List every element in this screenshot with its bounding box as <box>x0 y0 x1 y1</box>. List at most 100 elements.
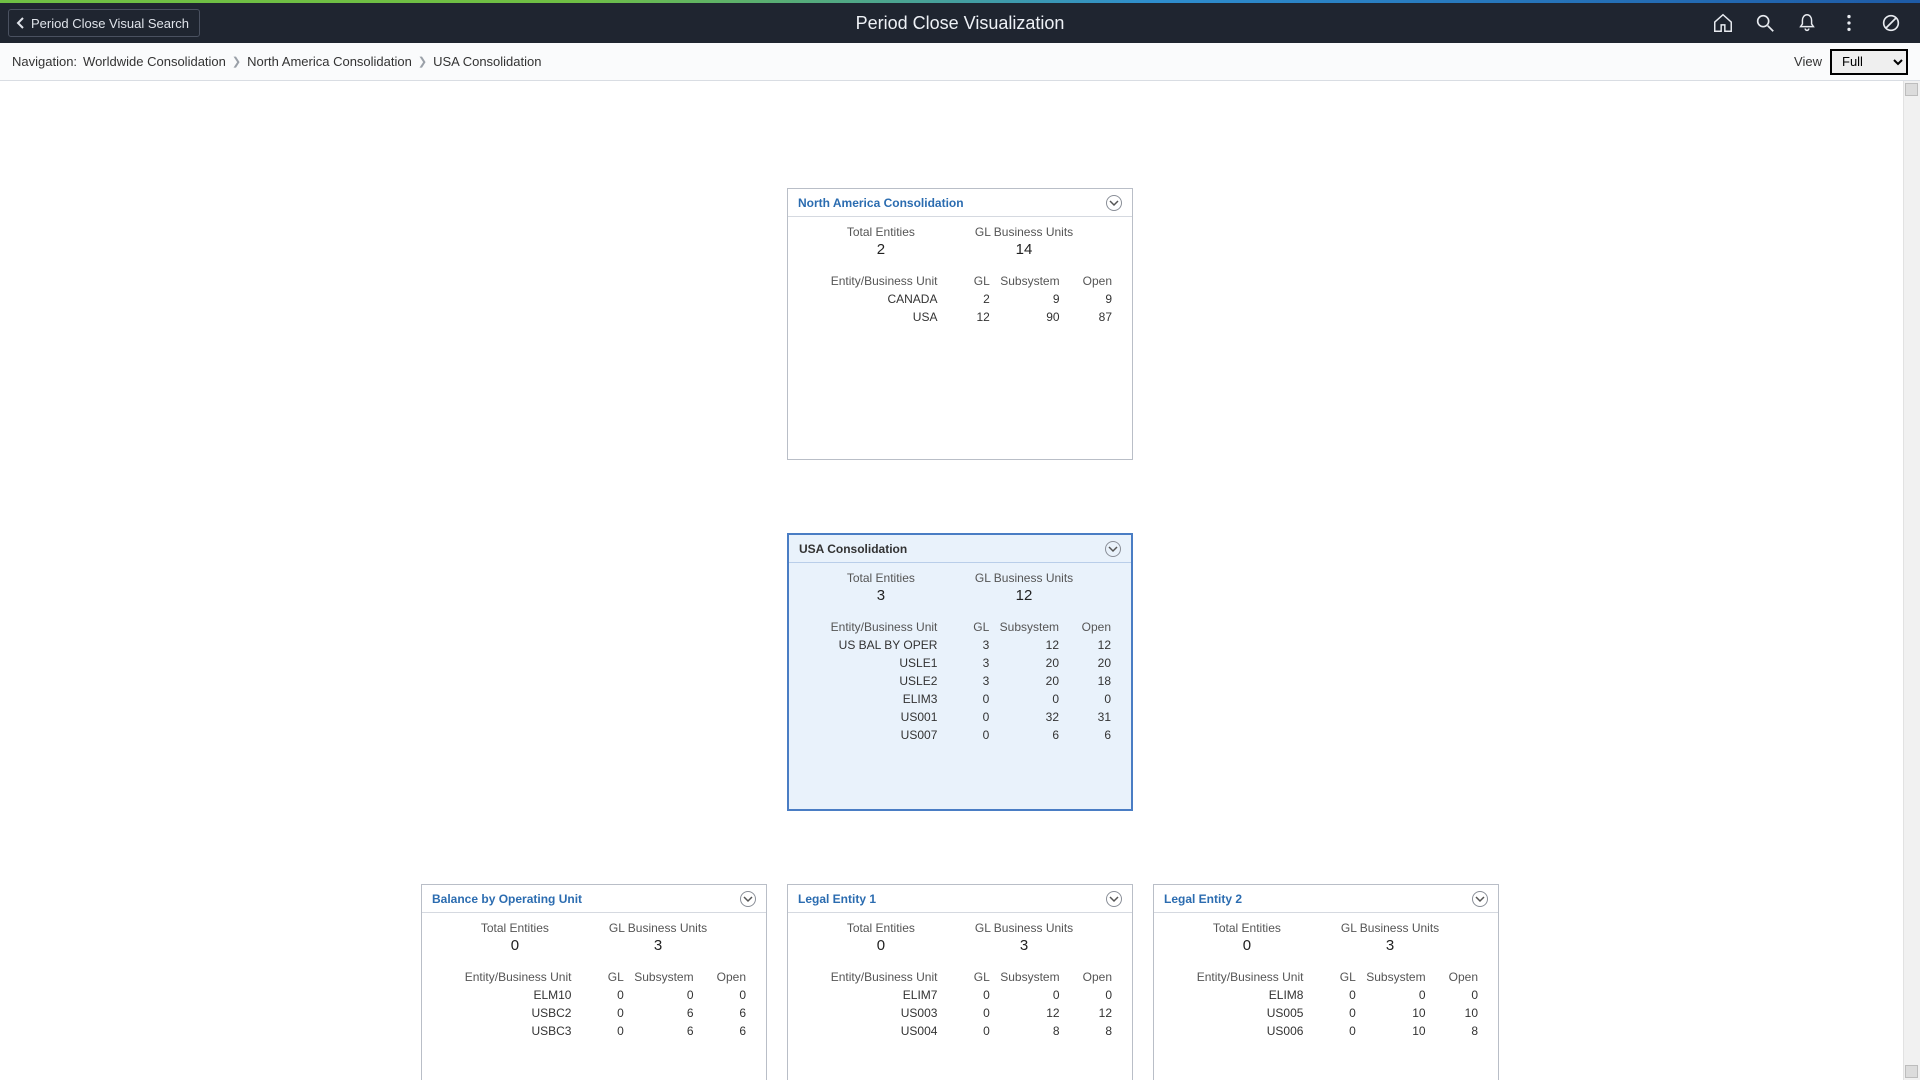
prohibit-icon[interactable] <box>1880 12 1902 34</box>
table-row: USLE232018 <box>805 672 1115 690</box>
cell-subsystem: 20 <box>993 654 1063 672</box>
cell-open: 8 <box>1430 1022 1482 1040</box>
cell-gl: 0 <box>1307 986 1359 1004</box>
cell-entity: US004 <box>804 1022 941 1040</box>
cell-open: 8 <box>1064 1022 1116 1040</box>
summary-total-entities: Total Entities0 <box>847 921 915 954</box>
back-button[interactable]: Period Close Visual Search <box>8 9 200 37</box>
kebab-menu-icon[interactable] <box>1838 12 1860 34</box>
cell-gl: 0 <box>941 1004 993 1022</box>
search-icon[interactable] <box>1754 12 1776 34</box>
summary-value: 0 <box>1213 937 1281 954</box>
breadcrumb-item[interactable]: Worldwide Consolidation <box>83 54 226 69</box>
card-body: Total Entities0GL Business Units3Entity/… <box>1154 913 1498 1056</box>
card-body: Total Entities3GL Business Units12Entity… <box>789 563 1131 760</box>
cell-entity: US001 <box>805 708 941 726</box>
card-title[interactable]: Legal Entity 2 <box>1164 892 1242 906</box>
card-body: Total Entities0GL Business Units3Entity/… <box>422 913 766 1056</box>
entity-card-na[interactable]: North America Consolidation Total Entitie… <box>787 188 1133 460</box>
cell-subsystem: 0 <box>1360 986 1430 1004</box>
summary-total-entities: Total Entities3 <box>847 571 915 604</box>
breadcrumb-prefix: Navigation: <box>12 54 77 69</box>
card-menu-button[interactable] <box>1106 891 1122 907</box>
scroll-up-button[interactable] <box>1905 83 1918 96</box>
card-summary: Total Entities0GL Business Units3 <box>438 913 750 968</box>
cell-subsystem: 10 <box>1360 1022 1430 1040</box>
card-header: Balance by Operating Unit <box>422 885 766 913</box>
summary-label: GL Business Units <box>975 921 1073 935</box>
cell-open: 0 <box>1430 986 1482 1004</box>
cell-subsystem: 12 <box>993 636 1063 654</box>
vertical-scrollbar[interactable] <box>1903 81 1920 1080</box>
card-table: Entity/Business UnitGLSubsystemOpenELIM8… <box>1170 968 1482 1040</box>
breadcrumb-item[interactable]: North America Consolidation <box>247 54 412 69</box>
cell-open: 12 <box>1063 636 1115 654</box>
summary-label: GL Business Units <box>609 921 707 935</box>
col-gl: GL <box>575 968 627 986</box>
cell-open: 6 <box>1063 726 1115 744</box>
summary-label: Total Entities <box>847 921 915 935</box>
cell-entity: US BAL BY OPER <box>805 636 941 654</box>
summary-label: Total Entities <box>1213 921 1281 935</box>
summary-value: 3 <box>975 937 1073 954</box>
card-menu-button[interactable] <box>740 891 756 907</box>
chevron-down-icon <box>743 894 753 904</box>
table-row: ELIM8000 <box>1170 986 1482 1004</box>
entity-card-bal[interactable]: Balance by Operating Unit Total Entities0… <box>421 884 767 1080</box>
view-label: View <box>1794 54 1822 69</box>
card-summary: Total Entities0GL Business Units3 <box>1170 913 1482 968</box>
cell-entity: US003 <box>804 1004 941 1022</box>
cell-subsystem: 0 <box>993 690 1063 708</box>
chevron-left-icon <box>15 17 27 29</box>
view-select[interactable]: Full <box>1830 49 1908 75</box>
card-menu-button[interactable] <box>1105 541 1121 557</box>
chevron-down-icon <box>1109 894 1119 904</box>
col-open: Open <box>1064 272 1116 290</box>
visualization-canvas[interactable]: North America Consolidation Total Entitie… <box>0 81 1920 1080</box>
breadcrumb-item[interactable]: USA Consolidation <box>433 54 541 69</box>
cell-subsystem: 0 <box>994 986 1064 1004</box>
col-open: Open <box>698 968 750 986</box>
card-title[interactable]: North America Consolidation <box>798 196 964 210</box>
card-table: Entity/Business UnitGLSubsystemOpenELM10… <box>438 968 750 1040</box>
home-icon[interactable] <box>1712 12 1734 34</box>
col-entity: Entity/Business Unit <box>438 968 575 986</box>
notifications-icon[interactable] <box>1796 12 1818 34</box>
summary-total-entities: Total Entities2 <box>847 225 915 258</box>
cell-open: 0 <box>698 986 750 1004</box>
card-title[interactable]: Balance by Operating Unit <box>432 892 582 906</box>
card-header: North America Consolidation <box>788 189 1132 217</box>
cell-entity: US007 <box>805 726 941 744</box>
card-menu-button[interactable] <box>1472 891 1488 907</box>
card-menu-button[interactable] <box>1106 195 1122 211</box>
cell-gl: 0 <box>941 1022 993 1040</box>
entity-card-usa[interactable]: USA ConsolidationTotal Entities3GL Busin… <box>787 533 1133 811</box>
summary-total-entities: Total Entities0 <box>481 921 549 954</box>
chevron-right-icon: ❯ <box>232 55 241 68</box>
col-gl: GL <box>941 272 993 290</box>
table-row: US007066 <box>805 726 1115 744</box>
table-row: USA129087 <box>804 308 1116 326</box>
col-subsystem: Subsystem <box>993 618 1063 636</box>
col-open: Open <box>1063 618 1115 636</box>
summary-gl-bu: GL Business Units 3 <box>975 921 1073 954</box>
card-header: Legal Entity 2 <box>1154 885 1498 913</box>
chevron-right-icon: ❯ <box>418 55 427 68</box>
cell-subsystem: 8 <box>994 1022 1064 1040</box>
summary-value: 14 <box>975 241 1073 258</box>
summary-label: Total Entities <box>847 571 915 585</box>
col-subsystem: Subsystem <box>994 968 1064 986</box>
cell-gl: 0 <box>575 1022 627 1040</box>
table-row: CANADA299 <box>804 290 1116 308</box>
table-row: ELIM7000 <box>804 986 1116 1004</box>
cell-subsystem: 10 <box>1360 1004 1430 1022</box>
summary-value: 2 <box>847 241 915 258</box>
page-title: Period Close Visualization <box>856 13 1065 34</box>
back-button-label: Period Close Visual Search <box>31 16 189 31</box>
entity-card-le2[interactable]: Legal Entity 2Total Entities0GL Business… <box>1153 884 1499 1080</box>
card-title[interactable]: Legal Entity 1 <box>798 892 876 906</box>
scroll-down-button[interactable] <box>1905 1065 1918 1078</box>
entity-card-le1[interactable]: Legal Entity 1Total Entities0GL Business… <box>787 884 1133 1080</box>
chevron-down-icon <box>1108 544 1118 554</box>
cell-gl: 3 <box>941 654 993 672</box>
